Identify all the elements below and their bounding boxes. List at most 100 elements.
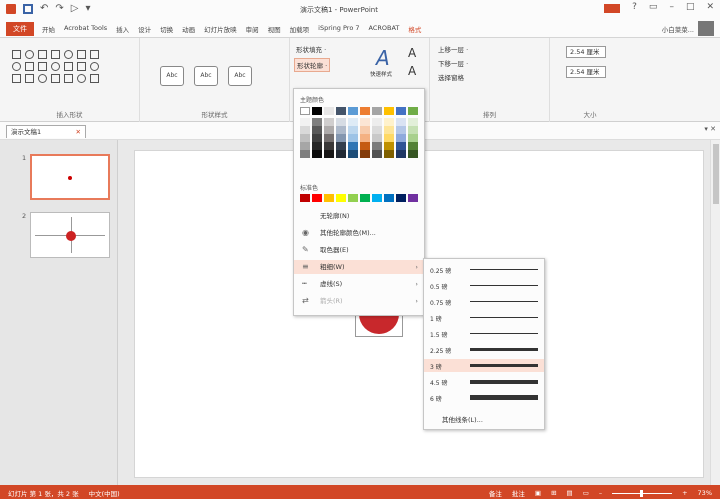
zoom-in-icon[interactable]: + (682, 489, 687, 497)
color-swatch[interactable] (336, 118, 346, 126)
text-outline-icon[interactable]: A (408, 64, 416, 78)
outline-menu-item[interactable]: ┅ 虚线(S) › (294, 277, 424, 291)
tab-item[interactable]: 加载项 (290, 24, 310, 34)
color-swatch[interactable] (312, 126, 322, 134)
color-swatch[interactable] (348, 134, 358, 142)
notes-button[interactable]: 备注 (489, 488, 502, 498)
shape-fill-button[interactable]: 形状填充 · (296, 44, 326, 54)
color-swatch[interactable] (384, 134, 394, 142)
weight-option[interactable]: 1.5 磅 (424, 327, 544, 340)
color-swatch[interactable] (408, 150, 418, 158)
color-swatch[interactable] (360, 118, 370, 126)
weight-option[interactable]: 0.5 磅 (424, 279, 544, 292)
color-swatch[interactable] (300, 118, 310, 126)
shape-option[interactable] (51, 50, 60, 59)
shape-outline-button[interactable]: 形状轮廓 · (294, 58, 331, 72)
save-icon[interactable] (23, 4, 33, 14)
weight-option[interactable]: 3 磅 (424, 359, 544, 372)
shape-option[interactable] (38, 62, 47, 71)
zoom-out-icon[interactable]: – (599, 489, 602, 497)
undo-icon[interactable]: ↶ (40, 4, 48, 14)
slideshow-view-icon[interactable]: ▭ (583, 489, 589, 497)
color-swatch[interactable] (348, 118, 358, 126)
from-beginning-icon[interactable]: ▷ (71, 4, 79, 14)
weight-option[interactable]: 4.5 磅 (424, 375, 544, 388)
help-button[interactable]: ? (632, 2, 637, 13)
tab-item[interactable]: ACROBAT (369, 24, 400, 34)
sorter-view-icon[interactable]: ⊞ (551, 489, 556, 497)
weight-option[interactable]: 0.75 磅 (424, 295, 544, 308)
color-swatch[interactable] (408, 126, 418, 134)
color-swatch[interactable] (372, 150, 382, 158)
user-name[interactable]: 小白菜菜... (662, 24, 694, 34)
color-swatch[interactable] (372, 134, 382, 142)
weight-option[interactable]: 0.25 磅 (424, 263, 544, 276)
standard-color-swatch[interactable] (324, 194, 334, 202)
tab-item[interactable]: 格式 (408, 24, 421, 34)
weight-option[interactable]: 1 磅 (424, 311, 544, 324)
zoom-slider[interactable] (612, 489, 673, 497)
vertical-scrollbar[interactable] (710, 140, 720, 485)
color-swatch[interactable] (324, 142, 334, 150)
redo-icon[interactable]: ↷ (55, 4, 63, 14)
weight-option[interactable]: 2.25 磅 (424, 343, 544, 356)
color-swatch[interactable] (336, 107, 346, 115)
outline-menu-item[interactable]: ≡ 粗细(W) › (294, 260, 424, 274)
send-backward-button[interactable]: 下移一层 · (438, 58, 468, 68)
color-swatch[interactable] (372, 118, 382, 126)
style-preset-3[interactable]: Abc (228, 66, 252, 86)
shape-option[interactable] (64, 50, 73, 59)
standard-color-swatch[interactable] (312, 194, 322, 202)
color-swatch[interactable] (384, 118, 394, 126)
color-swatch[interactable] (300, 134, 310, 142)
shape-option[interactable] (77, 62, 86, 71)
tab-item[interactable]: 插入 (116, 24, 129, 34)
color-swatch[interactable] (324, 107, 334, 115)
standard-color-swatch[interactable] (300, 194, 310, 202)
tab-item[interactable]: 设计 (138, 24, 151, 34)
shape-option[interactable] (64, 74, 73, 83)
color-swatch[interactable] (324, 126, 334, 134)
slide-thumbnail-1[interactable] (30, 154, 110, 200)
zoom-knob[interactable] (640, 489, 644, 497)
style-preset-2[interactable]: Abc (194, 66, 218, 86)
color-swatch[interactable] (336, 150, 346, 158)
reading-view-icon[interactable]: ▤ (567, 489, 573, 497)
slide-thumbnail-2[interactable] (30, 212, 110, 258)
standard-color-swatch[interactable] (408, 194, 418, 202)
color-swatch[interactable] (396, 107, 406, 115)
ribbon-display-button[interactable]: ▭ (649, 2, 658, 13)
color-swatch[interactable] (396, 150, 406, 158)
color-swatch[interactable] (384, 150, 394, 158)
color-swatch[interactable] (396, 142, 406, 150)
height-field[interactable]: 2.54 厘米 (566, 46, 606, 58)
color-swatch[interactable] (348, 150, 358, 158)
tab-item[interactable]: 动画 (182, 24, 195, 34)
shape-option[interactable] (51, 74, 60, 83)
color-swatch[interactable] (384, 107, 394, 115)
close-tab-icon[interactable]: ✕ (76, 126, 81, 138)
outline-menu-item[interactable]: 无轮廓(N) (294, 209, 424, 223)
color-swatch[interactable] (372, 107, 382, 115)
style-preset-1[interactable]: Abc (160, 66, 184, 86)
scrollbar-thumb[interactable] (713, 144, 719, 204)
color-swatch[interactable] (312, 134, 322, 142)
close-button[interactable]: ✕ (706, 2, 714, 13)
color-swatch[interactable] (312, 150, 322, 158)
color-swatch[interactable] (336, 126, 346, 134)
color-swatch[interactable] (300, 107, 310, 115)
tab-item[interactable]: Acrobat Tools (64, 24, 107, 34)
normal-view-icon[interactable]: ▣ (535, 489, 541, 497)
color-swatch[interactable] (360, 134, 370, 142)
language-indicator[interactable]: 中文(中国) (89, 488, 120, 498)
weight-option[interactable]: 6 磅 (424, 391, 544, 404)
color-swatch[interactable] (324, 134, 334, 142)
standard-color-swatch[interactable] (360, 194, 370, 202)
color-swatch[interactable] (396, 134, 406, 142)
color-swatch[interactable] (360, 142, 370, 150)
selection-pane-button[interactable]: 选择窗格 (438, 72, 464, 82)
avatar[interactable] (698, 21, 714, 36)
color-swatch[interactable] (384, 142, 394, 150)
color-swatch[interactable] (396, 126, 406, 134)
tab-item[interactable]: 幻灯片放映 (204, 24, 237, 34)
